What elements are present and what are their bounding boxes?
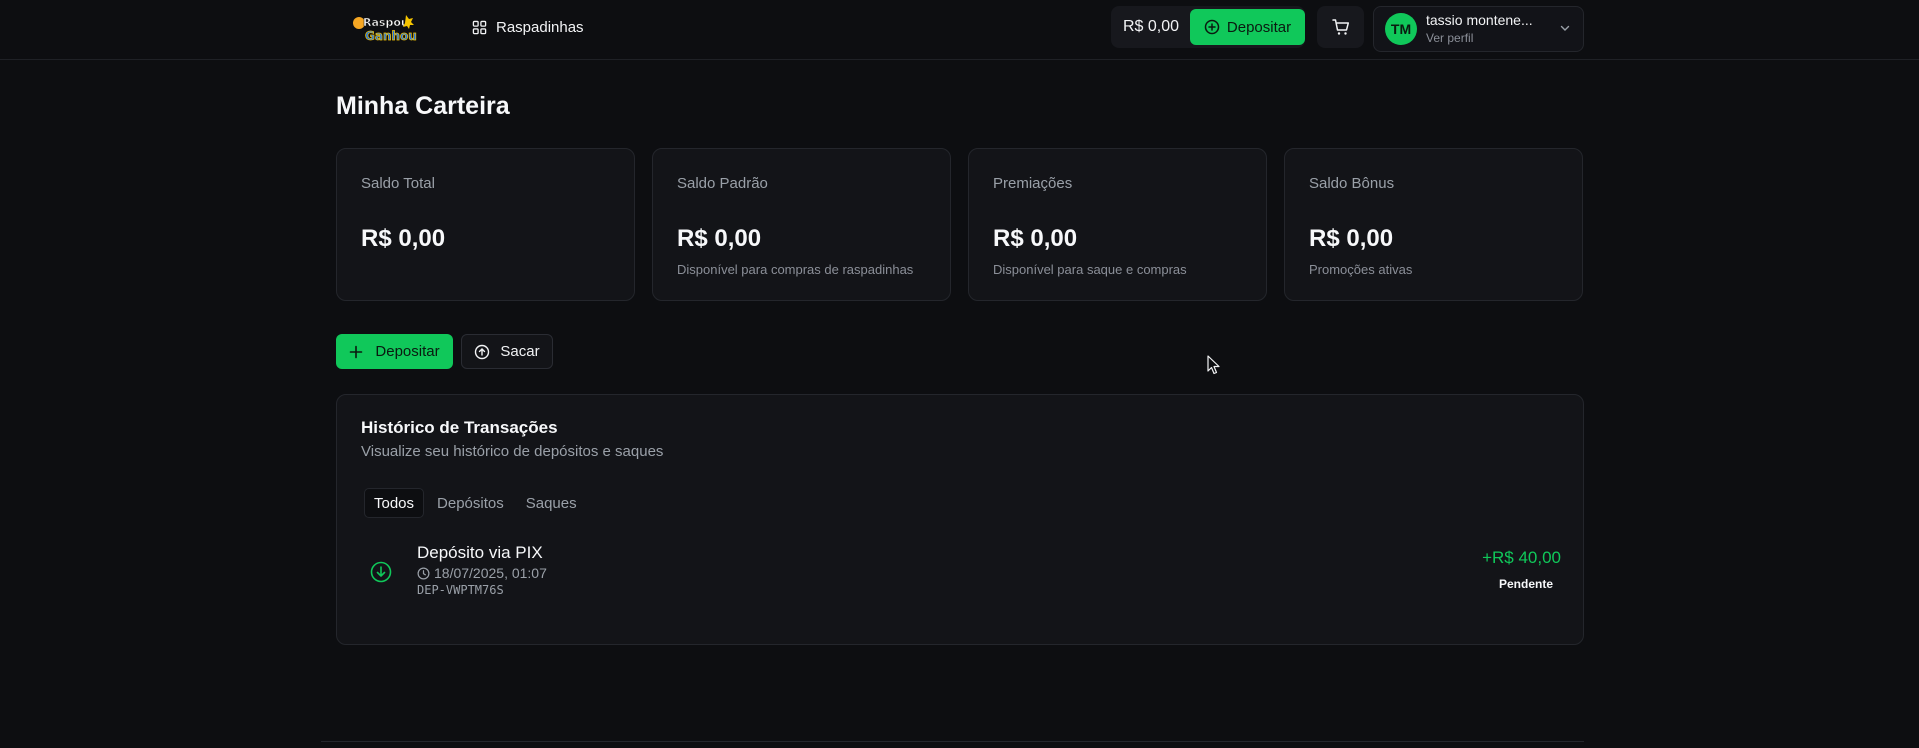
transaction-id: DEP-VWPTM76S: [417, 583, 504, 597]
svg-text:Ganhou: Ganhou: [365, 29, 417, 43]
withdraw-label: Sacar: [500, 343, 540, 360]
header-deposit-label: Depositar: [1226, 18, 1292, 36]
card-saldo-total: Saldo Total R$ 0,00: [336, 148, 635, 301]
card-value: R$ 0,00: [1309, 225, 1394, 252]
tab-depositos[interactable]: Depósitos: [428, 488, 513, 518]
transaction-history: Histórico de Transações Visualize seu hi…: [336, 394, 1584, 645]
plus-circle-icon: [1204, 19, 1220, 35]
deposit-button[interactable]: Depositar: [336, 334, 453, 369]
tab-todos[interactable]: Todos: [364, 488, 425, 518]
profile-subtitle: Ver perfil: [1426, 31, 1474, 45]
header-balance: R$ 0,00: [1123, 18, 1180, 35]
logo-icon: Raspou Ganhou: [353, 15, 417, 43]
balance-box: R$ 0,00 Depositar: [1111, 6, 1305, 48]
card-desc: Promoções ativas: [1309, 262, 1413, 277]
page-title: Minha Carteira: [336, 92, 510, 120]
cart-icon: [1331, 19, 1349, 35]
grid-icon: [472, 20, 487, 34]
deposit-label: Depositar: [375, 343, 440, 360]
avatar: TM: [1385, 13, 1417, 45]
tab-saques[interactable]: Saques: [517, 488, 586, 518]
card-label: Saldo Total: [361, 175, 435, 192]
arrow-up-circle-icon: [475, 344, 490, 359]
card-desc: Disponível para saque e compras: [993, 262, 1187, 277]
transaction-date-text: 18/07/2025, 01:07: [434, 565, 547, 581]
withdraw-button[interactable]: Sacar: [461, 334, 553, 369]
chevron-down-icon: [1560, 25, 1570, 31]
profile-name: tassio montene...: [1426, 12, 1533, 28]
transaction-date: 18/07/2025, 01:07: [417, 565, 547, 581]
card-label: Saldo Bônus: [1309, 175, 1395, 192]
card-label: Saldo Padrão: [677, 175, 768, 192]
transaction-title: Depósito via PIX: [417, 543, 543, 562]
card-value: R$ 0,00: [677, 225, 762, 252]
nav-raspadinhas-label: Raspadinhas: [496, 18, 584, 36]
logo[interactable]: Raspou Ganhou: [351, 12, 421, 46]
card-premiacoes: Premiações R$ 0,00 Disponível para saque…: [968, 148, 1267, 301]
clock-icon: [417, 567, 430, 579]
history-title: Histórico de Transações: [361, 418, 558, 437]
card-value: R$ 0,00: [993, 225, 1078, 252]
profile-menu[interactable]: TM tassio montene... Ver perfil: [1373, 6, 1584, 52]
plus-icon: [350, 345, 363, 358]
header-deposit-button[interactable]: Depositar: [1190, 9, 1305, 45]
cursor-icon: [1207, 355, 1220, 375]
card-saldo-bonus: Saldo Bônus R$ 0,00 Promoções ativas: [1284, 148, 1583, 301]
history-tabs: Todos Depósitos Saques: [364, 488, 586, 518]
card-label: Premiações: [993, 175, 1073, 192]
history-subtitle: Visualize seu histórico de depósitos e s…: [361, 443, 664, 460]
nav-raspadinhas[interactable]: Raspadinhas: [472, 16, 584, 38]
footer-divider: [321, 741, 1584, 742]
card-desc: Disponível para compras de raspadinhas: [677, 262, 914, 277]
svg-text:Raspou: Raspou: [363, 16, 409, 29]
arrow-down-circle-icon: [370, 561, 392, 583]
status-badge: Pendente: [1498, 577, 1553, 591]
top-header: Raspou Ganhou Raspadinhas R$ 0,00 Deposi…: [0, 0, 1919, 60]
card-saldo-padrao: Saldo Padrão R$ 0,00 Disponível para com…: [652, 148, 951, 301]
card-value: R$ 0,00: [361, 225, 446, 252]
transaction-amount: +R$ 40,00: [1482, 548, 1561, 567]
cart-button[interactable]: [1317, 6, 1364, 48]
transaction-row[interactable]: Depósito via PIX 18/07/2025, 01:07 DEP-V…: [361, 543, 1561, 603]
